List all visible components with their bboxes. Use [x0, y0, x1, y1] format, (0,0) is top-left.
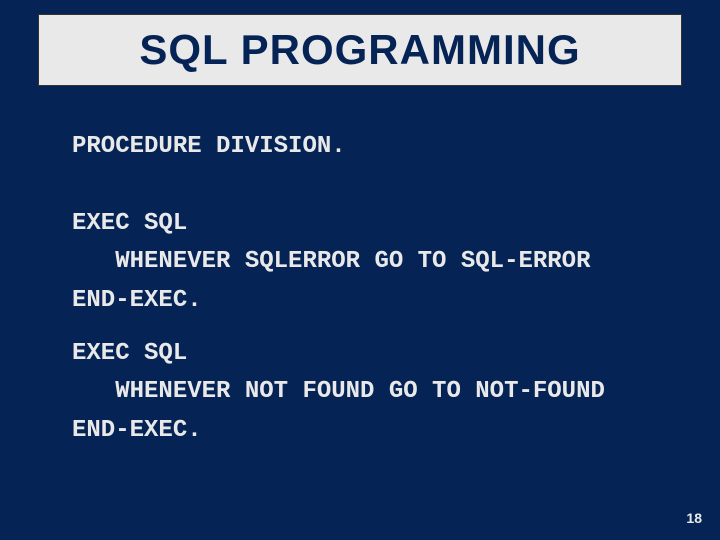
code-exec-sqlerror: EXEC SQL WHENEVER SQLERROR GO TO SQL-ERR…: [72, 205, 590, 320]
slide-title: SQL PROGRAMMING: [139, 26, 580, 74]
page-number: 18: [686, 510, 702, 526]
code-procedure-division: PROCEDURE DIVISION.: [72, 128, 346, 166]
code-exec-notfound: EXEC SQL WHENEVER NOT FOUND GO TO NOT-FO…: [72, 335, 605, 450]
title-box: SQL PROGRAMMING: [38, 14, 682, 86]
